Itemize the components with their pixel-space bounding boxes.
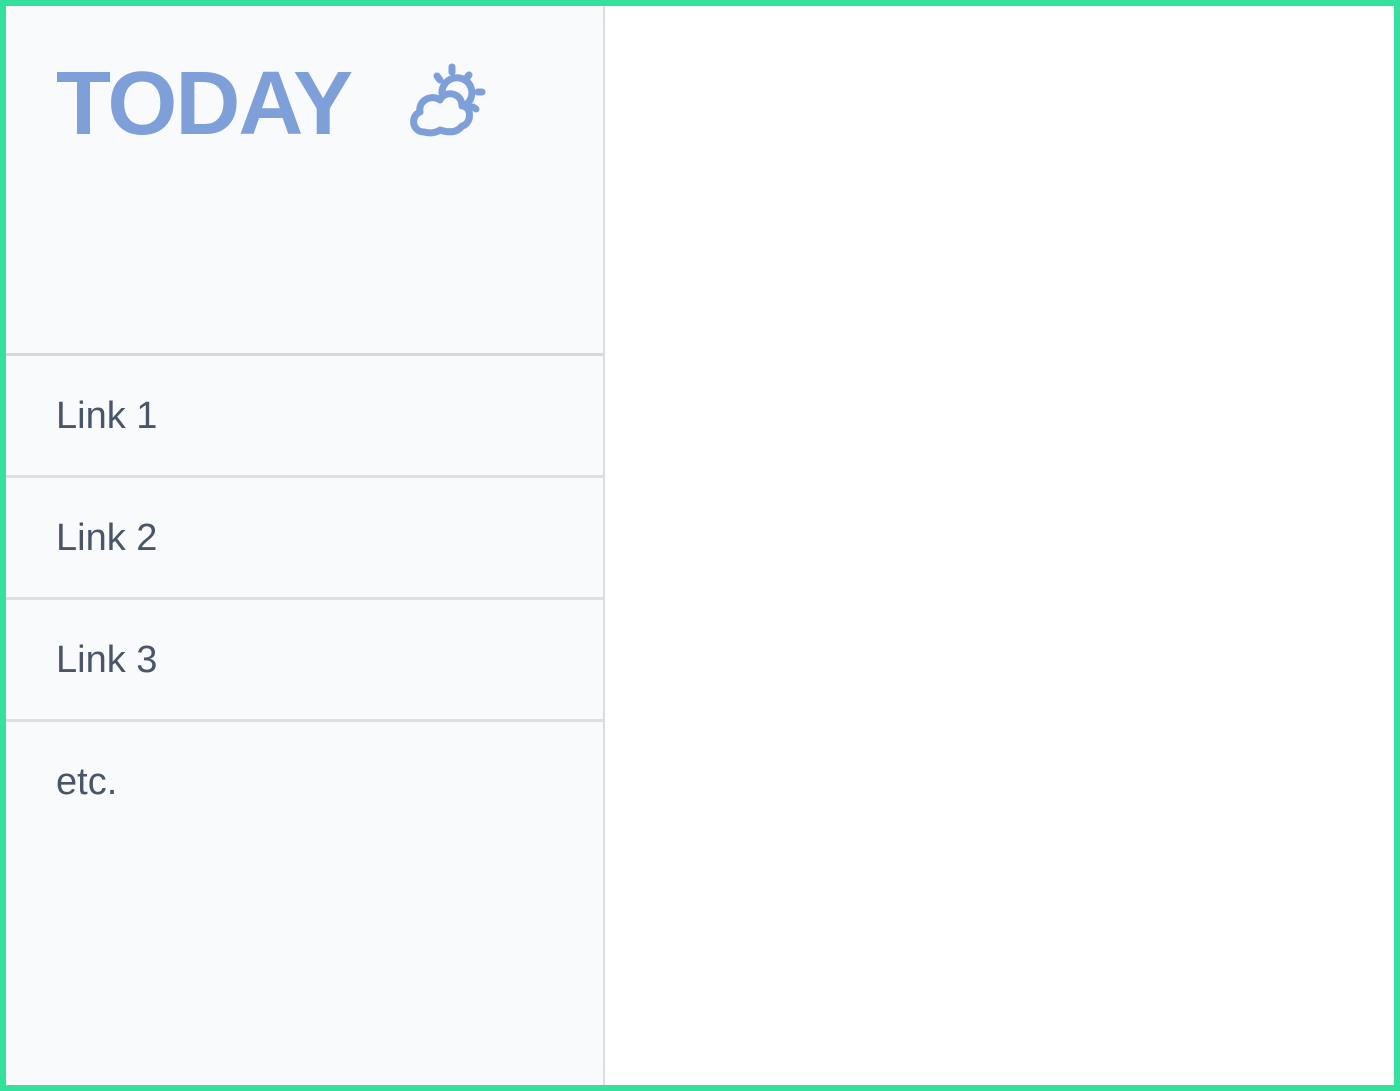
sidebar-link-label: Link 3: [56, 639, 158, 681]
sidebar-link-etc[interactable]: etc.: [6, 722, 603, 841]
main-content: [605, 6, 1394, 1085]
sidebar-link-label: Link 2: [56, 517, 158, 559]
sidebar-link-3[interactable]: Link 3: [6, 600, 603, 722]
sidebar-link-2[interactable]: Link 2: [6, 478, 603, 600]
sidebar: TODAY Link 1 Link 2 Link 3 etc.: [6, 6, 605, 1085]
sun-cloud-icon: [406, 62, 490, 140]
sidebar-link-label: etc.: [56, 761, 118, 803]
sidebar-link-label: Link 1: [56, 395, 158, 437]
brand-header: TODAY: [6, 6, 603, 356]
app-frame: TODAY Link 1 Link 2 Link 3 etc.: [0, 0, 1400, 1091]
sidebar-link-1[interactable]: Link 1: [6, 356, 603, 478]
brand-title: TODAY: [56, 54, 353, 154]
